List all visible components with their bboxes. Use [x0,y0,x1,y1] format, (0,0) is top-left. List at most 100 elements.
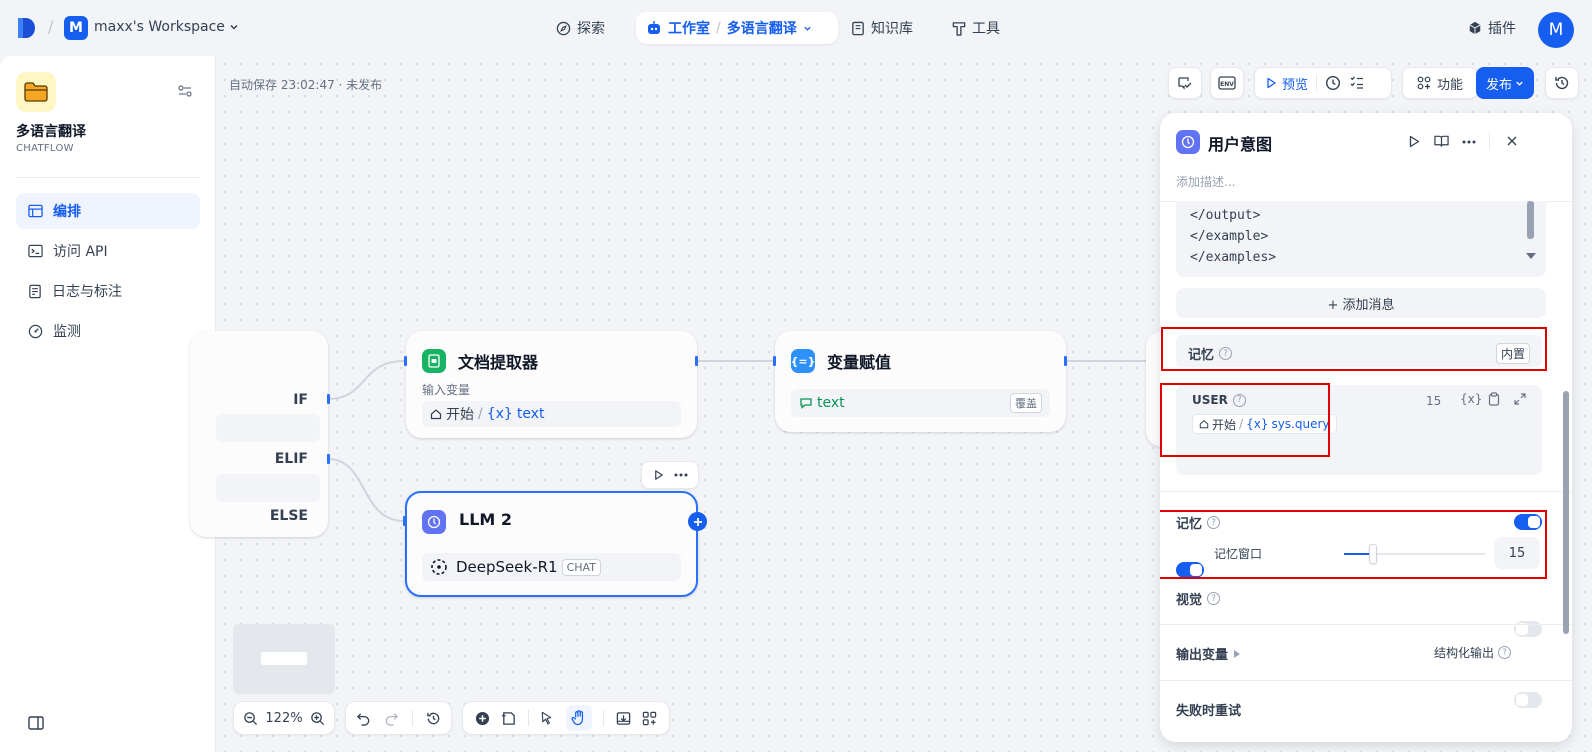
panel-scrollbar-thumb[interactable] [1563,391,1569,634]
panel-divider [1160,491,1572,492]
panel-title[interactable]: 用户意图 [1208,131,1272,155]
input-handle[interactable] [773,356,776,366]
toolbar-divider [603,710,605,726]
code-line: </example> [1190,229,1269,244]
toolbar-divider [411,710,413,726]
input-variable-label: 输入变量 [422,383,471,397]
editor-scrollbar-thumb[interactable] [1527,201,1534,239]
zoom-in-icon[interactable] [310,711,325,726]
if-condition-label: IF [293,392,308,408]
node-title: 变量赋值 [827,353,892,372]
home-icon [430,409,442,420]
variable-assigner-node[interactable]: {=} 变量赋值 text 覆盖 [775,331,1066,432]
vision-label: 视觉 [1176,593,1203,608]
vision-label-group: 视觉 ? [1176,589,1221,608]
caret-right-icon [1234,649,1241,658]
code-line: </output> [1190,208,1261,223]
panel-divider [1160,624,1572,625]
output-variables-label: 输出变量 [1176,648,1229,663]
if-else-node[interactable]: IF ELIF ELSE [190,331,328,537]
assigner-icon: {=} [791,349,815,373]
llm-icon [1176,130,1200,154]
llm2-node[interactable]: LLM 2 DeepSeek-R1 CHAT [405,491,698,597]
retry-label: 失败时重试 [1176,704,1242,719]
if-output-handle[interactable] [327,394,330,404]
highlight-box [1160,510,1547,579]
prompt-editor[interactable]: </output> </example> </examples> [1176,201,1546,277]
elif-output-handle[interactable] [327,454,330,464]
assigned-variable-chip: text 覆盖 [791,389,1050,417]
help-icon[interactable]: ? [1498,646,1512,659]
help-icon[interactable]: ? [1207,592,1221,605]
hand-tool-button[interactable] [565,705,592,731]
close-icon[interactable] [1506,135,1518,147]
model-mode-badge: CHAT [561,558,601,576]
highlight-box [1161,327,1547,371]
hand-icon [571,710,584,726]
highlight-box [1160,383,1330,457]
variable-name: text [516,406,545,422]
input-variable-chip: 开始 / {x} text [422,401,681,427]
if-condition-row [216,414,320,442]
elif-condition-row [216,474,320,502]
more-icon[interactable] [674,473,688,477]
minimap[interactable] [233,624,335,694]
model-name: DeepSeek-R1 [456,558,558,576]
zoom-level[interactable]: 122% [265,711,302,726]
expand-icon[interactable] [1514,393,1526,405]
variable-icon: {x} [486,406,513,422]
structured-output-label: 结构化输出 [1434,646,1495,660]
header-divider [1489,133,1490,149]
history-controls [345,701,452,735]
run-node-icon[interactable] [1408,135,1420,148]
organize-blocks-icon[interactable] [642,711,657,726]
insert-variable-icon[interactable]: {x} [1460,392,1482,406]
llm-icon [422,510,446,534]
structured-output-toggle[interactable] [1514,692,1542,708]
output-handle[interactable] [695,356,698,366]
input-handle[interactable] [404,356,407,366]
structured-output-label-group: 结构化输出 ? [1434,644,1512,661]
chat-variable-icon [800,398,812,409]
toolbar-divider [527,710,529,726]
input-handle[interactable] [403,516,406,526]
panel-divider [1160,680,1572,681]
output-variables-toggle[interactable]: 输出变量 [1176,644,1241,663]
node-title: LLM 2 [459,510,513,529]
canvas-tools [462,701,670,735]
user-token-count: 15 [1426,394,1442,408]
description-input[interactable]: 添加描述... [1176,173,1235,190]
code-line: </examples> [1190,250,1277,265]
assign-mode-badge: 覆盖 [1010,393,1042,413]
zoom-controls: 122% [233,701,335,735]
add-node-icon[interactable] [475,711,490,726]
deepseek-icon [431,559,447,575]
history-icon[interactable] [426,711,441,726]
play-icon[interactable] [653,469,664,481]
copy-icon[interactable] [1488,392,1500,406]
doc-extractor-node[interactable]: 文档提取器 输入变量 开始 / {x} text [406,331,697,438]
chip-divider: / [478,406,483,422]
scroll-down-icon[interactable] [1526,253,1536,259]
source-node-name: 开始 [446,407,474,423]
doc-extractor-icon [422,349,446,373]
output-handle[interactable] [1064,356,1067,366]
else-condition-label: ELSE [269,508,308,524]
more-icon[interactable] [1462,140,1476,144]
add-message-button[interactable]: + 添加消息 [1176,288,1546,318]
redo-icon[interactable] [384,711,399,726]
zoom-out-icon[interactable] [243,711,258,726]
node-config-panel: 用户意图 添加描述... </output> </example> </exam… [1160,113,1572,742]
export-image-icon[interactable] [616,711,631,726]
node-title: 文档提取器 [458,353,539,372]
minimap-viewport [261,652,307,665]
elif-condition-label: ELIF [274,451,308,467]
plus-icon [693,517,702,526]
book-open-icon[interactable] [1434,134,1449,148]
pointer-icon[interactable] [540,711,554,726]
undo-icon[interactable] [356,711,371,726]
add-next-node-button[interactable] [688,512,707,531]
model-chip: DeepSeek-R1 CHAT [422,553,681,581]
add-note-icon[interactable] [501,711,516,726]
node-action-toolbar [641,461,699,489]
